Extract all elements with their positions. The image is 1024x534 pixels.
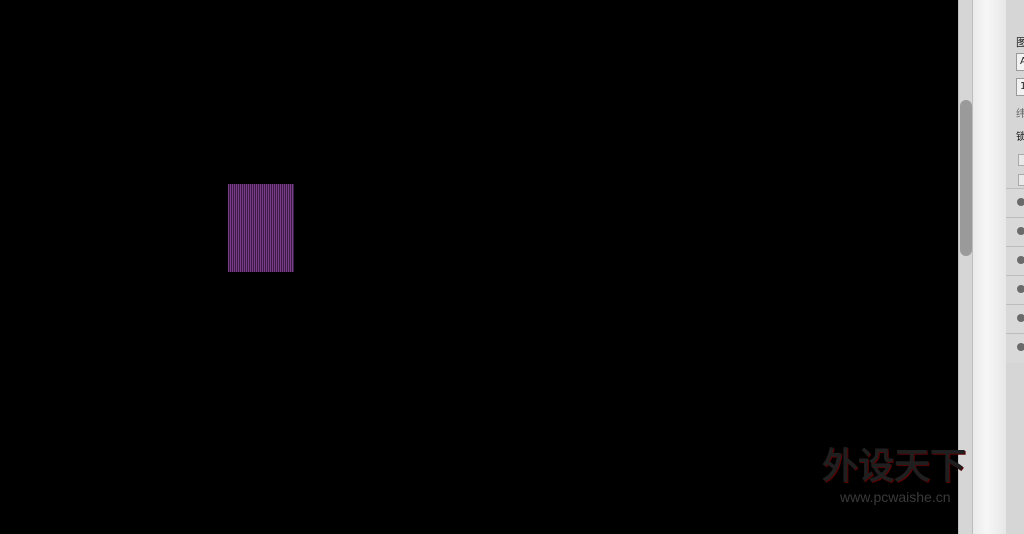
site-watermark: 外设天下 www.pcwaishe.cn <box>822 437 972 517</box>
eye-icon[interactable] <box>1017 198 1024 206</box>
lock-pixels-checkbox[interactable] <box>1018 174 1024 186</box>
layers-panel: 图 A 1 纬 锁 <box>1006 0 1024 534</box>
watermark-title: 外设天下 <box>822 446 967 487</box>
eye-icon[interactable] <box>1017 285 1024 293</box>
document-canvas[interactable] <box>0 0 958 534</box>
layer-row[interactable] <box>1006 188 1024 218</box>
eye-icon[interactable] <box>1017 256 1024 264</box>
layer-row[interactable] <box>1006 217 1024 247</box>
eye-icon[interactable] <box>1017 343 1024 351</box>
lock-transparency-checkbox[interactable] <box>1018 154 1024 166</box>
blend-mode-select[interactable]: A <box>1016 53 1024 71</box>
blend-label: 图 <box>1016 36 1024 49</box>
eye-icon[interactable] <box>1017 227 1024 235</box>
layer-row[interactable] <box>1006 275 1024 305</box>
fill-label: 纬 <box>1016 109 1024 120</box>
layer-row[interactable] <box>1006 246 1024 276</box>
panel-collapse-strip[interactable] <box>972 0 1008 534</box>
lock-label: 锁 <box>1016 132 1024 143</box>
layer-row[interactable] <box>1006 333 1024 363</box>
opacity-field[interactable]: 1 <box>1016 78 1024 96</box>
eye-icon[interactable] <box>1017 314 1024 322</box>
layer-row[interactable] <box>1006 304 1024 334</box>
watermark-url: www.pcwaishe.cn <box>840 489 951 505</box>
scrollbar-thumb[interactable] <box>960 100 972 256</box>
striped-image-object[interactable] <box>228 184 294 272</box>
